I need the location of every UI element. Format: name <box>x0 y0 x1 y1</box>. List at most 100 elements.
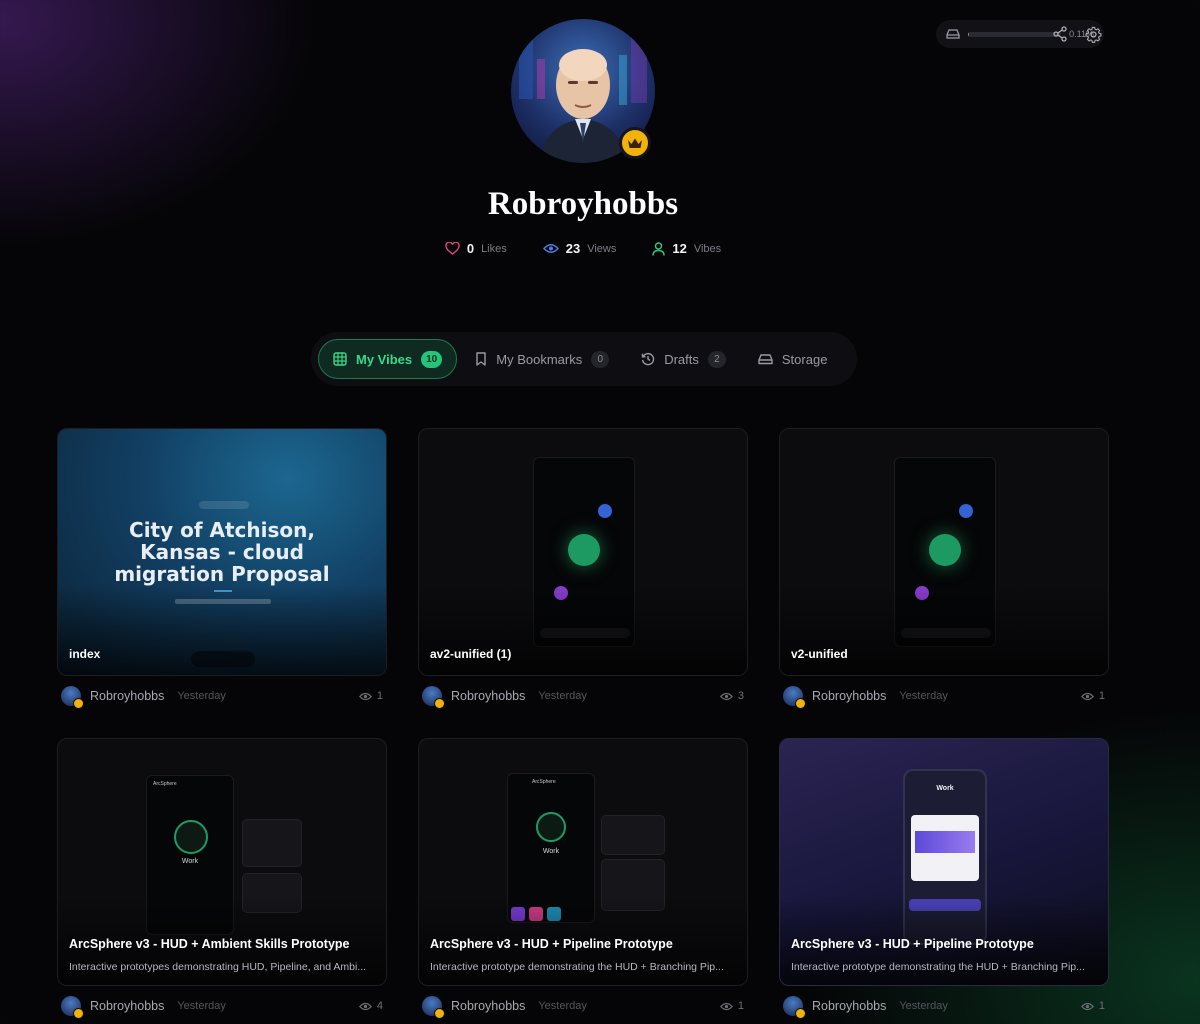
card-views-count: 1 <box>1098 690 1105 702</box>
eye-icon <box>358 1002 372 1010</box>
tab-my-bookmarks[interactable]: My Bookmarks 0 <box>461 339 623 379</box>
avatar[interactable] <box>422 996 445 1019</box>
card-title: ArcSphere v3 - HUD + Pipeline Prototype <box>791 937 1034 951</box>
crown-badge <box>619 127 651 159</box>
phone-node <box>598 504 612 518</box>
storage-progress-fill <box>968 31 969 37</box>
phone-node <box>959 504 973 518</box>
bookmark-icon <box>476 352 486 366</box>
card-author[interactable]: Robroyhobbs <box>451 999 525 1013</box>
profile-avatar-wrap[interactable] <box>511 19 655 163</box>
card-date: Yesterday <box>899 1000 948 1012</box>
card-author[interactable]: Robroyhobbs <box>812 689 886 703</box>
profile-tabs: My Vibes 10 My Bookmarks 0 Drafts 2 Stor… <box>311 332 857 386</box>
card-views-count: 1 <box>376 690 383 702</box>
card-views: 1 <box>719 1000 744 1012</box>
card-date: Yesterday <box>177 1000 226 1012</box>
profile-stats: 0 Likes 23 Views 12 Vibes <box>0 241 1166 256</box>
card-description: Interactive prototype demonstrating the … <box>791 961 1085 973</box>
vibe-card: City of Atchison, Kansas - cloud migrati… <box>57 428 387 738</box>
card-meta: Robroyhobbs Yesterday 1 <box>779 986 1109 1024</box>
thumbnail-heading: City of Atchison, Kansas - cloud migrati… <box>58 519 386 585</box>
product-image <box>915 831 975 853</box>
eye-icon <box>719 1002 733 1010</box>
card-shade <box>419 585 747 675</box>
stat-vibes: 12 Vibes <box>652 241 721 256</box>
tab-my-vibes-count: 10 <box>421 350 443 368</box>
thumbnail-heading-line: migration Proposal <box>114 562 330 586</box>
stat-likes: 0 Likes <box>445 241 507 256</box>
card-author[interactable]: Robroyhobbs <box>451 689 525 703</box>
tab-drafts[interactable]: Drafts 2 <box>627 339 740 379</box>
tab-my-vibes[interactable]: My Vibes 10 <box>318 339 458 379</box>
card-views-count: 4 <box>376 1000 383 1012</box>
tab-storage[interactable]: Storage <box>744 339 842 379</box>
product-card <box>911 815 979 881</box>
card-views: 1 <box>358 690 383 702</box>
card-shade <box>780 585 1108 675</box>
vibe-card: Work ArcSphere ArcSphere v3 - HUD + Pipe… <box>418 738 748 1024</box>
phone-center-node <box>536 812 566 842</box>
card-author[interactable]: Robroyhobbs <box>90 689 164 703</box>
card-author[interactable]: Robroyhobbs <box>812 999 886 1013</box>
card-date: Yesterday <box>899 690 948 702</box>
gear-icon <box>1085 26 1101 43</box>
eye-icon <box>1080 1002 1094 1010</box>
vibes-grid: City of Atchison, Kansas - cloud migrati… <box>57 428 1109 1024</box>
eye-icon <box>719 692 733 700</box>
drive-icon <box>946 29 960 39</box>
vibe-card-thumbnail[interactable]: City of Atchison, Kansas - cloud migrati… <box>57 428 387 676</box>
vibe-card-thumbnail[interactable]: v2-unified <box>779 428 1109 676</box>
vibe-card-thumbnail[interactable]: Work ArcSphere ArcSphere v3 - HUD + Ambi… <box>57 738 387 986</box>
settings-button[interactable] <box>1083 24 1103 44</box>
likes-count: 0 <box>466 241 475 256</box>
card-views: 4 <box>358 1000 383 1012</box>
phone-work-label: Work <box>936 785 954 792</box>
card-meta: Robroyhobbs Yesterday 1 <box>418 986 748 1024</box>
stat-views: 23 Views <box>542 241 616 256</box>
card-views-count: 1 <box>737 1000 744 1012</box>
card-author[interactable]: Robroyhobbs <box>90 999 164 1013</box>
card-meta: Robroyhobbs Yesterday 1 <box>57 676 387 716</box>
avatar[interactable] <box>783 686 806 709</box>
eye-icon <box>542 244 559 253</box>
card-description: Interactive prototypes demonstrating HUD… <box>69 961 367 973</box>
tab-my-vibes-label: My Vibes <box>356 351 413 367</box>
card-date: Yesterday <box>177 690 226 702</box>
crown-icon <box>628 138 642 148</box>
eye-icon <box>1080 692 1094 700</box>
vibe-card: v2-unified Robroyhobbs Yesterday 1 <box>779 428 1109 738</box>
likes-label: Likes <box>481 242 507 255</box>
thumbnail-heading-line: City of Atchison, <box>129 518 315 542</box>
phone-app-name: ArcSphere <box>532 779 556 785</box>
avatar[interactable] <box>422 686 445 709</box>
card-title: ArcSphere v3 - HUD + Pipeline Prototype <box>430 937 673 951</box>
vibe-card-thumbnail[interactable]: av2-unified (1) <box>418 428 748 676</box>
phone-center-node <box>929 534 961 566</box>
vibes-label: Vibes <box>693 242 722 255</box>
avatar[interactable] <box>783 996 806 1019</box>
views-count: 23 <box>565 241 581 256</box>
phone-center-node <box>568 534 600 566</box>
vibes-count: 12 <box>672 241 687 256</box>
avatar[interactable] <box>61 686 84 709</box>
share-button[interactable] <box>1050 24 1070 44</box>
phone-work-label: Work <box>181 858 199 865</box>
card-views: 3 <box>719 690 744 702</box>
card-date: Yesterday <box>538 1000 587 1012</box>
vibe-card: Work ArcSphere v3 - HUD + Pipeline Proto… <box>779 738 1109 1024</box>
avatar[interactable] <box>61 996 84 1019</box>
card-title: index <box>69 647 101 661</box>
vibe-card-thumbnail[interactable]: Work ArcSphere v3 - HUD + Pipeline Proto… <box>779 738 1109 986</box>
side-panel <box>601 815 665 855</box>
storage-pill[interactable]: 0.11% <box>936 20 1104 48</box>
storage-usage[interactable]: 0.11% <box>936 20 1104 48</box>
thumbnail-pill <box>199 501 249 509</box>
drive-icon <box>758 354 773 365</box>
tab-my-bookmarks-count: 0 <box>591 350 610 368</box>
vibe-card-thumbnail[interactable]: Work ArcSphere ArcSphere v3 - HUD + Pipe… <box>418 738 748 986</box>
eye-icon <box>358 692 372 700</box>
storage-progress-bar <box>968 31 1062 37</box>
grid-icon <box>333 352 347 366</box>
card-title: v2-unified <box>791 647 848 661</box>
